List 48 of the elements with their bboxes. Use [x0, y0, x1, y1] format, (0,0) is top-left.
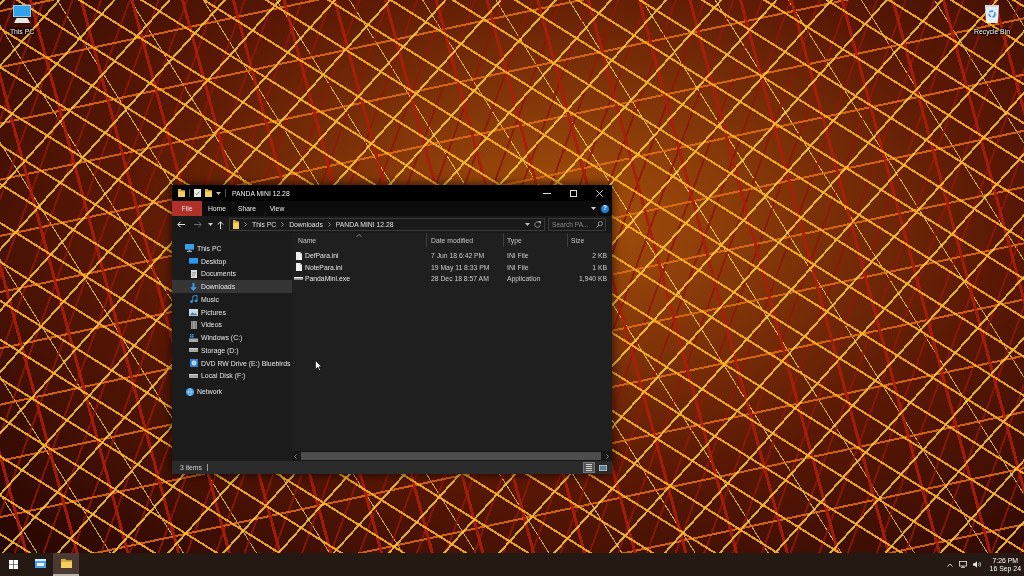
sort-caret-icon [356, 234, 362, 237]
file-icon [295, 263, 302, 272]
file-icon [295, 251, 302, 260]
download-icon [190, 282, 197, 291]
caret-down-icon[interactable] [525, 223, 530, 226]
close-icon[interactable] [595, 189, 603, 197]
chevron-right-icon[interactable] [327, 222, 331, 227]
speaker-icon[interactable] [972, 561, 982, 568]
folder-icon[interactable] [60, 559, 72, 568]
mouse-pointer-icon [315, 360, 322, 371]
taskbar-app-button[interactable] [53, 553, 79, 576]
back-arrow-icon[interactable] [177, 221, 185, 228]
picture-icon [189, 308, 198, 316]
folder-icon[interactable] [205, 189, 212, 197]
chevron-up-icon[interactable] [946, 562, 953, 567]
horizontal-scrollbar[interactable] [292, 451, 612, 461]
window-icon[interactable] [34, 559, 46, 568]
network-icon [185, 387, 194, 396]
refresh-icon[interactable] [534, 221, 541, 228]
recycle-bin-icon[interactable] [985, 5, 999, 23]
search-icon[interactable] [596, 221, 603, 228]
drive-icon [189, 373, 198, 378]
computer-icon[interactable] [12, 5, 32, 23]
up-arrow-icon[interactable] [217, 220, 224, 229]
scrollbar-thumb[interactable] [301, 452, 601, 460]
folder-icon [233, 220, 239, 229]
chevron-right-icon[interactable] [244, 222, 247, 227]
caret-down-icon[interactable] [591, 207, 596, 210]
drive-icon [189, 348, 198, 353]
network-icon[interactable] [958, 561, 967, 568]
desktop-icon [189, 258, 198, 265]
film-icon [190, 320, 197, 329]
minimize-icon[interactable] [543, 192, 551, 194]
scroll-left-icon[interactable] [294, 453, 297, 459]
program-icon [294, 277, 303, 281]
windows-logo-icon[interactable] [9, 560, 18, 569]
system-drive-icon [189, 333, 198, 342]
folder-icon[interactable] [178, 189, 185, 197]
scroll-right-icon[interactable] [606, 453, 609, 459]
caret-down-icon[interactable] [207, 223, 213, 226]
maximize-icon[interactable] [569, 189, 577, 197]
computer-icon [185, 244, 194, 253]
music-note-icon [189, 295, 198, 304]
chevron-right-icon[interactable] [281, 222, 285, 227]
caret-down-icon[interactable] [216, 191, 221, 195]
forward-arrow-icon[interactable] [194, 221, 202, 228]
disc-icon [189, 359, 198, 368]
document-icon [190, 269, 197, 278]
